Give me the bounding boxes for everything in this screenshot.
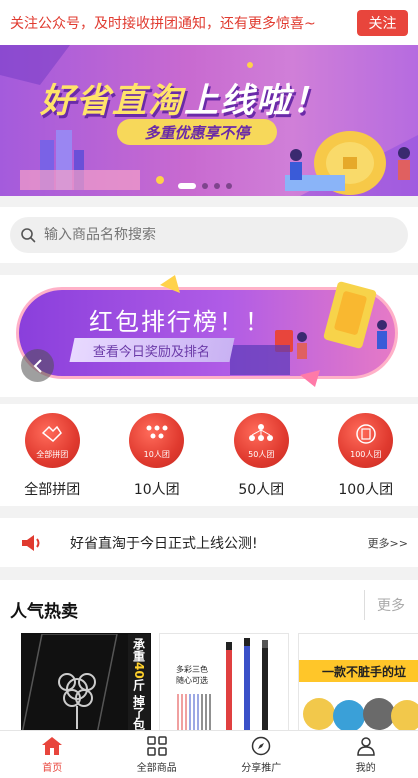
category-label: 50人团: [238, 482, 285, 498]
rank-subtitle: 查看今日奖励及排名: [69, 338, 235, 362]
hero-title-part2: 上线啦！: [184, 81, 328, 121]
category-icon-text: 10人团: [143, 450, 170, 459]
follow-text: 关注公众号，及时接收拼团通知，还有更多惊喜~: [10, 15, 316, 32]
home-icon: [42, 736, 63, 755]
carousel-dots: [178, 183, 232, 189]
tab-share[interactable]: 分享推广: [209, 731, 314, 778]
network-glyph: [249, 424, 274, 441]
tab-home[interactable]: 首页: [0, 731, 105, 778]
category-10-group[interactable]: 10人团 10人团: [112, 413, 202, 506]
group-100-icon: 100人团: [338, 413, 394, 468]
category-icon-text: 全部拼团: [36, 450, 69, 459]
rank-subtitle-text: 查看今日奖励及排名: [93, 344, 211, 360]
carousel-dot[interactable]: [202, 183, 208, 189]
product-tag-highlight: 40: [132, 662, 146, 679]
category-label: 全部拼团: [24, 482, 81, 498]
chevron-left-icon: [33, 358, 42, 373]
carousel-prev-button[interactable]: [21, 349, 54, 382]
tab-me[interactable]: 我的: [314, 731, 418, 778]
category-100-group[interactable]: 100人团 100人团: [321, 413, 411, 506]
section-title: 人气热卖: [10, 602, 78, 622]
compass-icon: [252, 736, 271, 755]
product-tag-part2: 斤 掉了包: [131, 678, 146, 731]
hero-title-part1: 好省直淘: [40, 81, 184, 121]
category-label: 100人团: [338, 482, 394, 498]
product-tag: 承重 40 斤 掉了包: [128, 634, 150, 732]
tab-all-products[interactable]: 全部商品: [105, 731, 210, 778]
product-image: [299, 634, 418, 732]
carousel-dot[interactable]: [214, 183, 220, 189]
category-50-group[interactable]: 50人团 50人团: [216, 413, 306, 506]
notice-text: 好省直淘于今日正式上线公测!: [70, 535, 258, 552]
grid-icon: [147, 735, 167, 756]
tab-bar: 首页 全部商品 分享推广 我的: [0, 730, 418, 778]
category-grid: 全部拼团 全部拼团 10人团 10人团 50人团 50人团 100人团 100人…: [0, 404, 418, 506]
search-box[interactable]: [10, 217, 408, 253]
product-image: [22, 634, 118, 732]
carousel-dot-active[interactable]: [178, 183, 196, 189]
hero-banner[interactable]: 好省直淘上线啦！ 多重优惠享不停: [0, 45, 418, 196]
user-icon: [356, 736, 375, 756]
group-all-icon: 全部拼团: [24, 413, 80, 468]
handshake-glyph: [42, 425, 63, 443]
notice-more-link[interactable]: 更多>>: [368, 535, 408, 551]
group-50-icon: 50人团: [233, 413, 289, 468]
hero-title: 好省直淘上线啦！: [40, 73, 328, 122]
category-label: 10人团: [133, 482, 180, 498]
product-card[interactable]: 承重 40 斤 掉了包: [21, 633, 151, 732]
tab-label: 全部商品: [136, 762, 177, 774]
category-icon-text: 100人团: [350, 450, 382, 459]
tab-label: 我的: [355, 762, 376, 774]
follow-button[interactable]: 关注: [357, 9, 408, 36]
category-all-groups[interactable]: 全部拼团 全部拼团: [7, 413, 97, 506]
product-card[interactable]: 多彩三色 随心可选: [159, 633, 289, 732]
group-10-icon: 10人团: [129, 413, 185, 468]
search-area: [0, 207, 418, 263]
hot-sale-more-link[interactable]: 更多: [364, 590, 405, 620]
tab-label: 分享推广: [241, 762, 282, 774]
search-icon: [21, 228, 36, 243]
hero-subtitle: 多重优惠享不停: [117, 119, 277, 145]
rank-title: 红包排行榜！！: [89, 308, 271, 336]
notice-bar[interactable]: 好省直淘于今日正式上线公测! 更多>>: [0, 518, 418, 567]
product-image: [177, 638, 268, 732]
speaker-icon: [22, 534, 40, 551]
badge-glyph: [356, 424, 376, 444]
follow-bar: 关注公众号，及时接收拼团通知，还有更多惊喜~ 关注: [0, 0, 418, 45]
product-card[interactable]: 一款不脏手的垃: [298, 633, 418, 732]
category-icon-text: 50人团: [248, 450, 275, 459]
hot-sale-section: 人气热卖 更多 承重 40 斤 掉了包 多彩三色 随心可选 一款不脏手的垃: [0, 580, 418, 732]
product-tag-part1: 承重: [131, 638, 146, 662]
page: 关注公众号，及时接收拼团通知，还有更多惊喜~ 关注 好省直淘上线啦！ 多重优惠享…: [0, 0, 418, 778]
search-input[interactable]: [44, 227, 364, 243]
carousel-dot[interactable]: [226, 183, 232, 189]
people-glyph: [146, 425, 168, 439]
tab-label: 首页: [42, 762, 63, 774]
